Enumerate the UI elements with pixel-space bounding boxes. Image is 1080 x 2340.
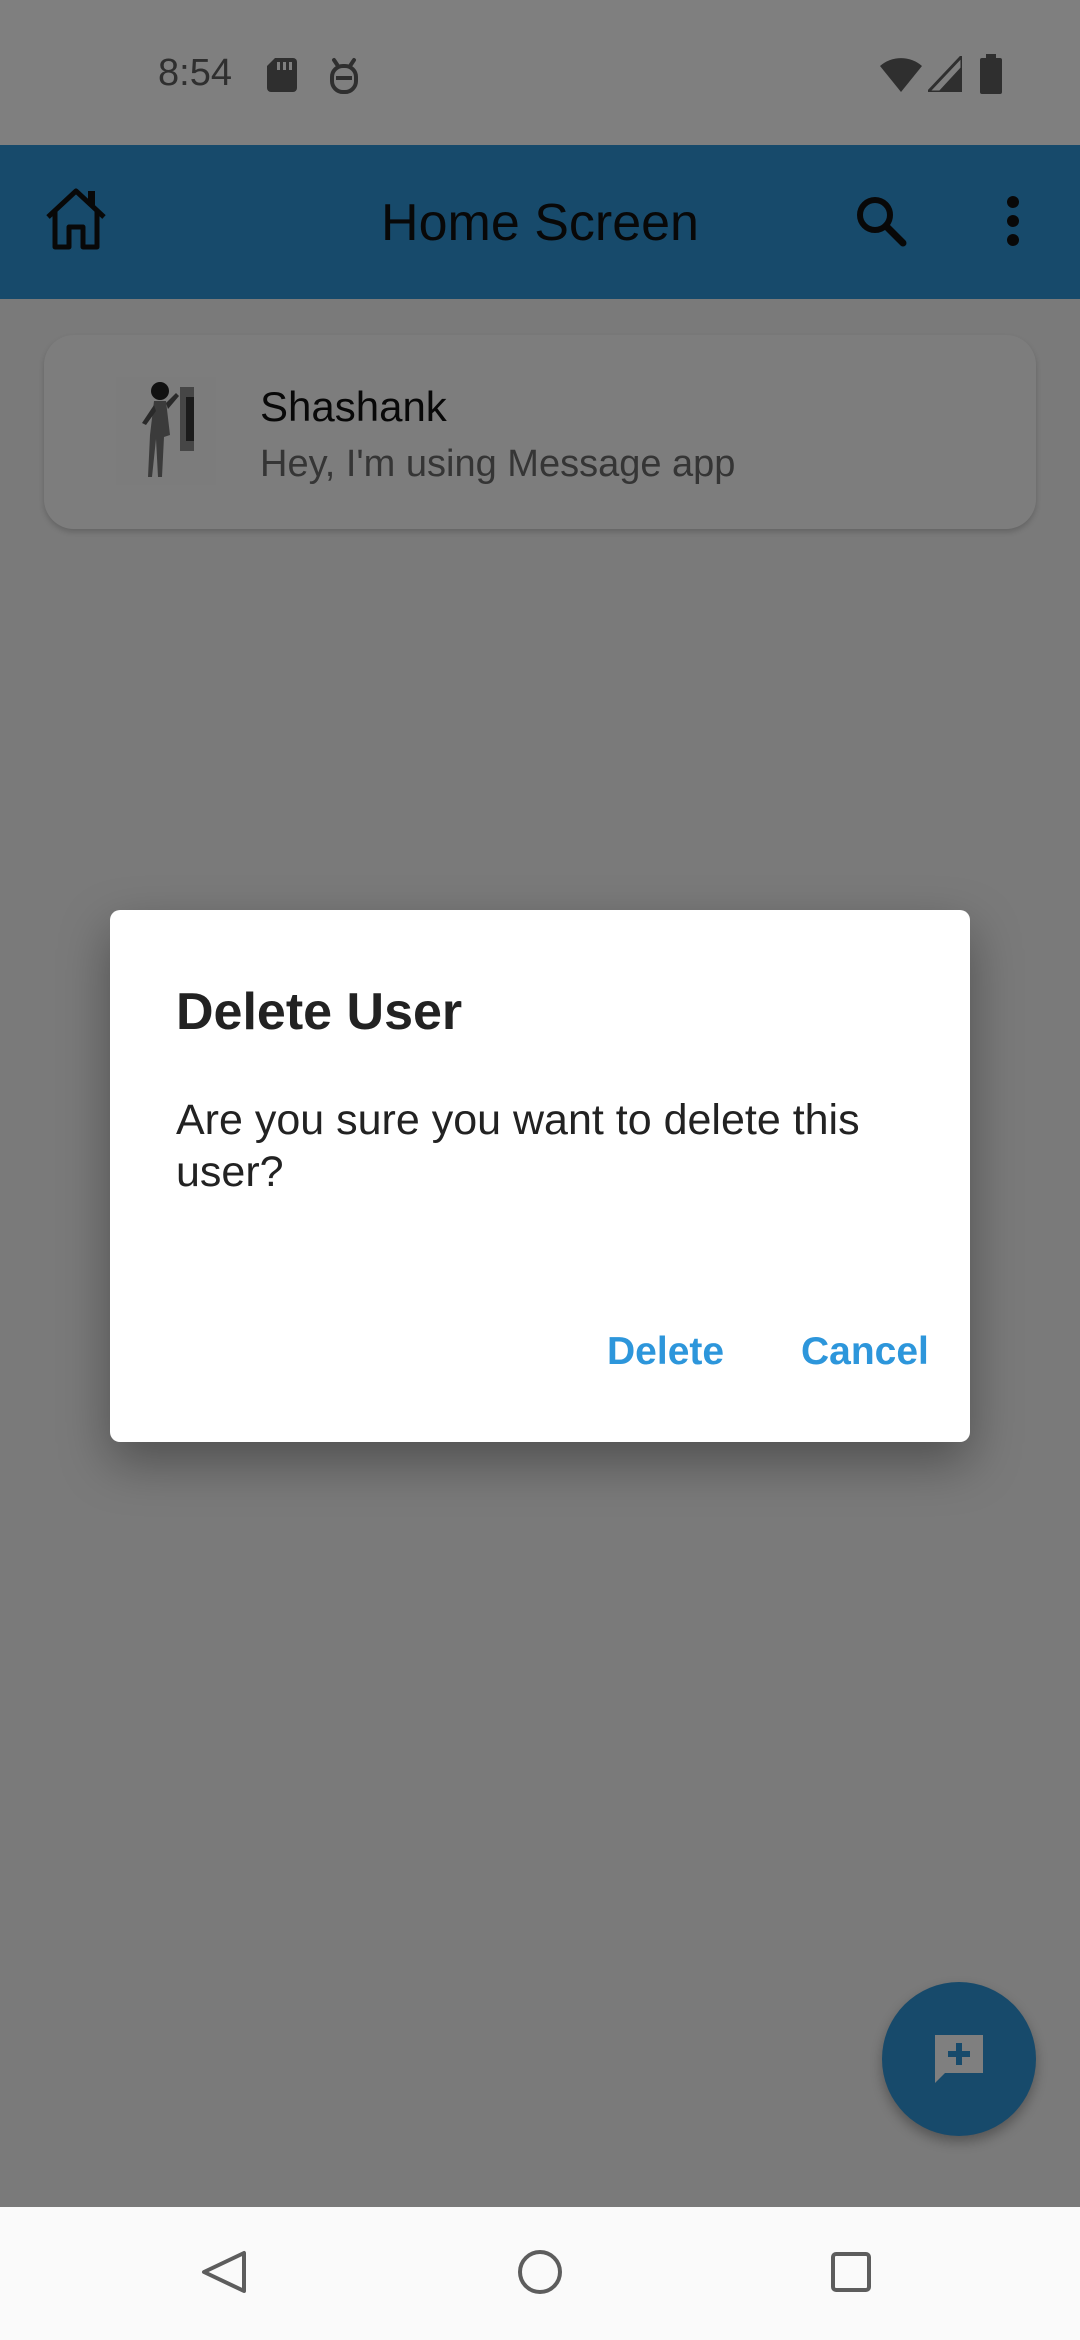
modal-scrim-nav — [0, 2207, 1080, 2340]
cancel-button[interactable]: Cancel — [801, 1330, 929, 1374]
delete-button[interactable]: Delete — [607, 1330, 724, 1374]
screen: 8:54 Home Screen — [0, 0, 1080, 2340]
dialog-title: Delete User — [176, 983, 463, 1041]
delete-user-dialog: Delete User Are you sure you want to del… — [110, 910, 970, 1442]
dialog-message: Are you sure you want to delete this use… — [176, 1096, 860, 1196]
